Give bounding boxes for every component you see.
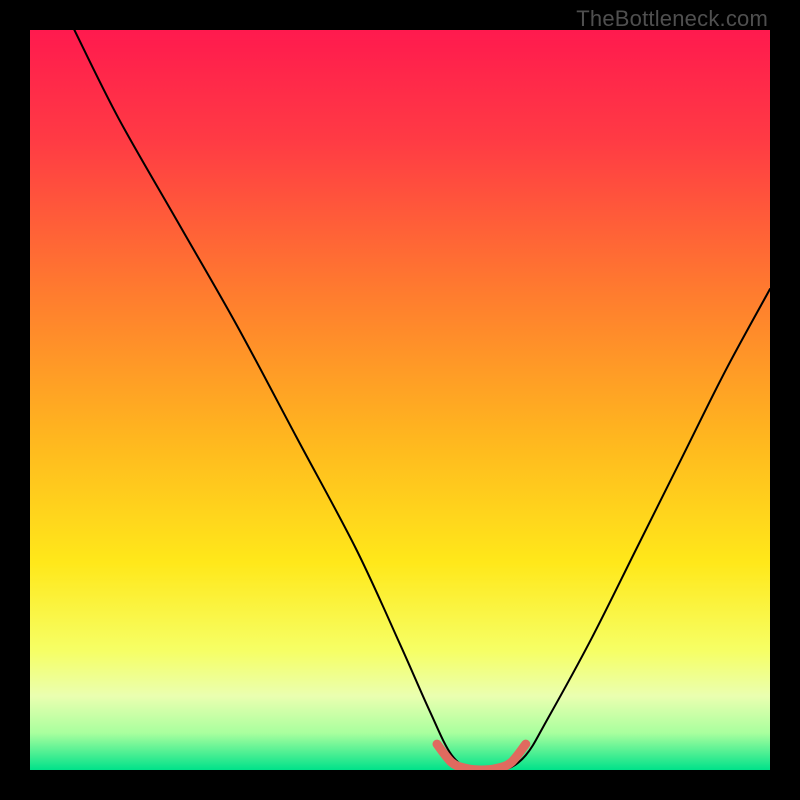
- watermark-text: TheBottleneck.com: [576, 6, 768, 32]
- curve-layer: [30, 30, 770, 770]
- bottleneck-curve: [74, 30, 770, 770]
- bottom-band: [437, 744, 526, 770]
- plot-area: [30, 30, 770, 770]
- chart-frame: TheBottleneck.com: [0, 0, 800, 800]
